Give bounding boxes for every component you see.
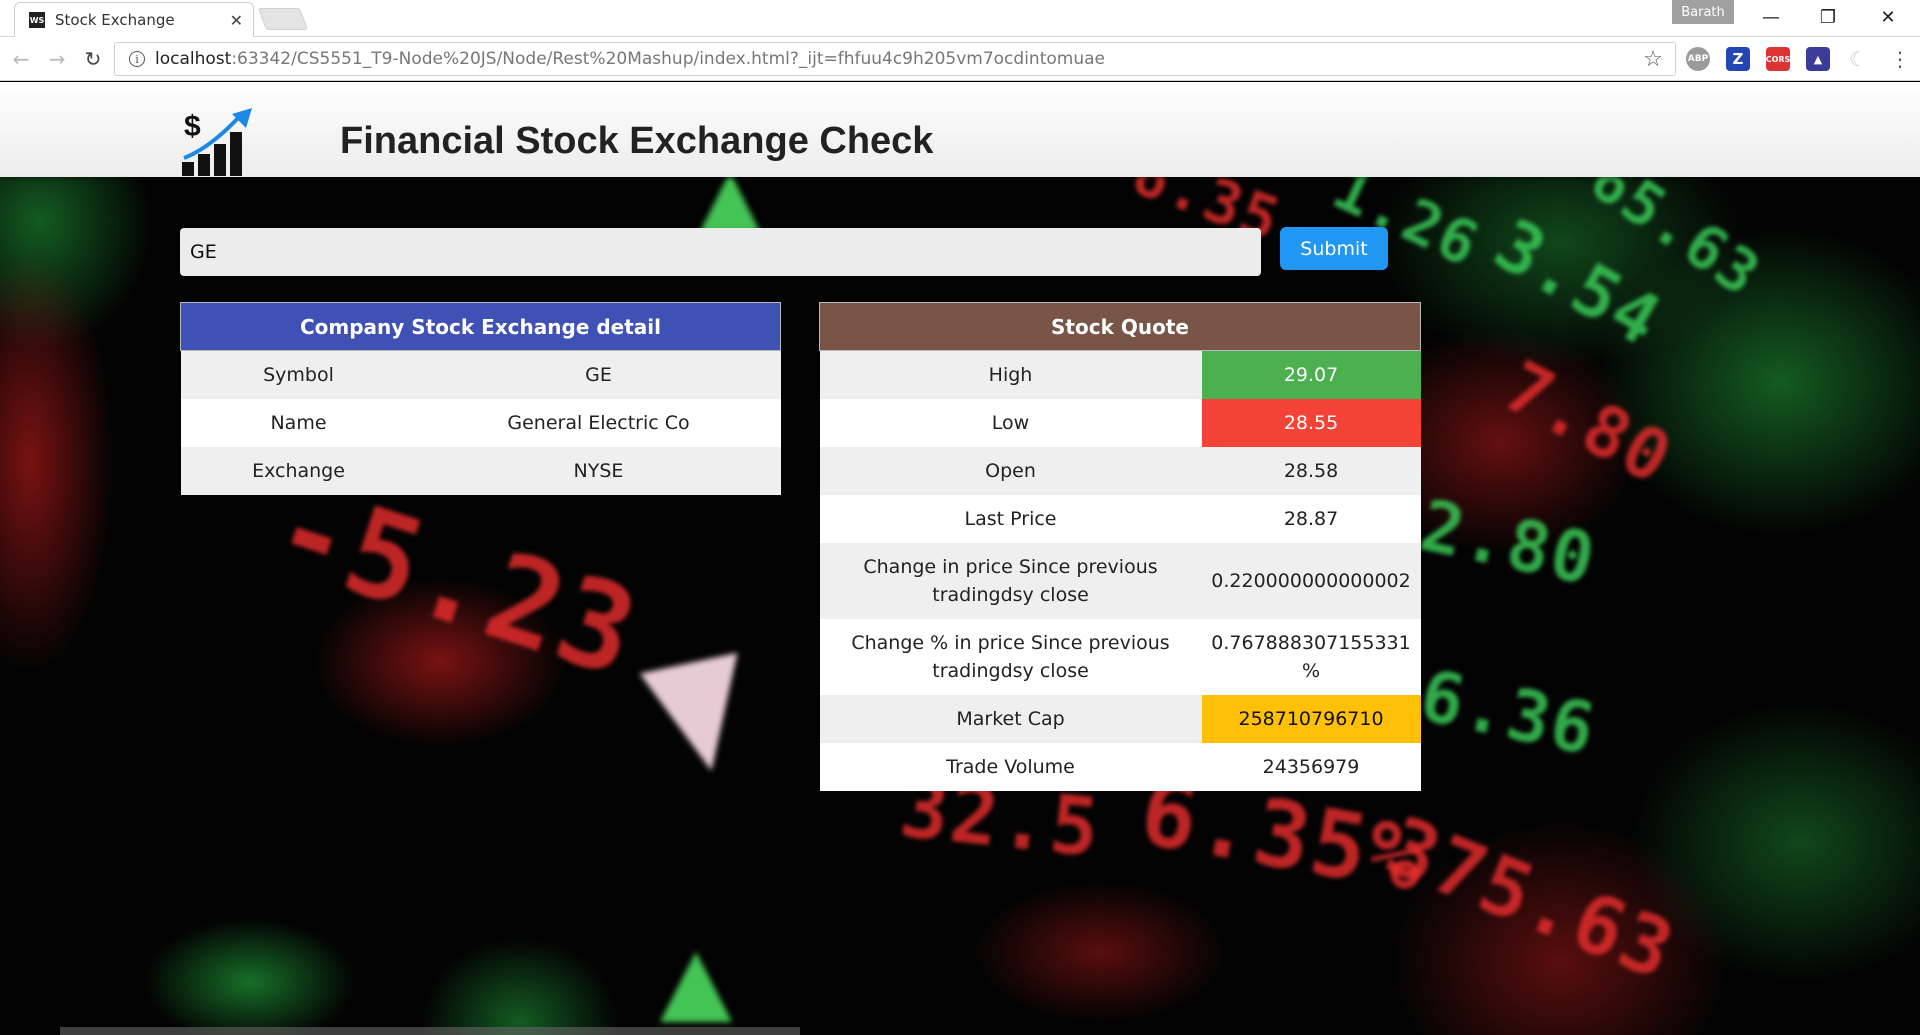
row-label: Change in price Since previous tradingds…	[819, 542, 1202, 619]
restore-window-icon[interactable]: ❐	[1805, 4, 1851, 30]
info-icon[interactable]: i	[129, 51, 145, 67]
site-header: $ Financial Stock Exchange Check	[0, 82, 1920, 177]
bg-ticker-number: 375.63	[1373, 799, 1688, 998]
stock-growth-logo-icon: $	[182, 108, 252, 176]
url-text[interactable]: localhost:63342/CS5551_T9-Node%20JS/Node…	[155, 49, 1105, 69]
close-window-icon[interactable]: ✕	[1865, 4, 1911, 30]
stock-quote-table: Stock Quote High 29.07 Low 28.55 Open 28…	[819, 302, 1421, 791]
star-icon[interactable]: ☆	[1643, 47, 1663, 72]
address-bar[interactable]: i localhost:63342/CS5551_T9-Node%20JS/No…	[114, 42, 1676, 76]
row-label: Last Price	[819, 494, 1202, 543]
row-label: Change % in price Since previous trading…	[819, 618, 1202, 695]
tab-close-icon[interactable]: ✕	[230, 11, 243, 30]
profile-badge[interactable]: Barath	[1672, 0, 1734, 24]
horizontal-scrollbar[interactable]	[60, 1027, 800, 1035]
company-table-heading: Company Stock Exchange detail	[180, 302, 781, 351]
row-label: Low	[819, 398, 1202, 447]
table-row: High 29.07	[819, 350, 1421, 399]
down-triangle-icon	[639, 652, 761, 782]
menu-icon[interactable]: ⋮	[1890, 47, 1910, 71]
open-value: 28.58	[1201, 446, 1421, 495]
page-title: Financial Stock Exchange Check	[340, 120, 934, 162]
z-extension-icon[interactable]: Z	[1726, 47, 1750, 71]
back-arrow-icon[interactable]: ←	[8, 46, 34, 72]
reload-icon[interactable]: ↻	[80, 46, 106, 72]
quote-table-heading: Stock Quote	[819, 302, 1421, 351]
table-row: Change % in price Since previous trading…	[819, 618, 1421, 695]
row-value: General Electric Co	[416, 398, 781, 447]
table-row: Exchange NYSE	[180, 446, 781, 495]
url-host: localhost	[155, 49, 232, 69]
browser-toolbar: ← → ↻ i localhost:63342/CS5551_T9-Node%2…	[0, 37, 1920, 81]
bg-ticker-number: 6.36	[1413, 654, 1604, 772]
browser-tab[interactable]: WS Stock Exchange ✕	[14, 2, 254, 37]
row-label: Open	[819, 446, 1202, 495]
table-row: Last Price 28.87	[819, 494, 1421, 543]
bg-ticker-number: 2.80	[1413, 484, 1604, 602]
moon-extension-icon[interactable]: ☾	[1846, 47, 1870, 71]
page-viewport: -5.23 6.35% 32.5 375.63 3.54 2.80 65.63 …	[0, 82, 1920, 1035]
table-row: Market Cap 258710796710	[819, 694, 1421, 743]
table-row: Name General Electric Co	[180, 398, 781, 447]
market-cap-value: 258710796710	[1201, 694, 1421, 743]
row-label: Market Cap	[819, 694, 1202, 743]
table-row: Low 28.55	[819, 398, 1421, 447]
stock-symbol-input[interactable]	[180, 228, 1261, 276]
row-value: GE	[416, 350, 781, 399]
webstorm-favicon-icon: WS	[29, 12, 45, 28]
company-detail-table: Company Stock Exchange detail Symbol GE …	[180, 302, 781, 495]
table-row: Symbol GE	[180, 350, 781, 399]
last-price-value: 28.87	[1201, 494, 1421, 543]
table-row: Change in price Since previous tradingds…	[819, 542, 1421, 619]
row-label: High	[819, 350, 1202, 399]
bg-ticker-number: 7.80	[1491, 345, 1686, 501]
logo-dollar-sign: $	[184, 110, 201, 143]
new-tab-button[interactable]	[257, 8, 309, 30]
submit-button[interactable]: Submit	[1280, 227, 1388, 270]
url-path: :63342/CS5551_T9-Node%20JS/Node/Rest%20M…	[231, 49, 1105, 69]
trade-volume-value: 24356979	[1201, 742, 1421, 791]
up-triangle-icon	[660, 952, 732, 1022]
row-value: NYSE	[416, 446, 781, 495]
table-row: Open 28.58	[819, 446, 1421, 495]
tab-title: Stock Exchange	[55, 11, 175, 29]
row-label: Exchange	[180, 446, 417, 495]
photo-extension-icon[interactable]: ▲	[1806, 47, 1830, 71]
price-change-value: 0.220000000000002	[1201, 542, 1421, 619]
row-label: Name	[180, 398, 417, 447]
forward-arrow-icon[interactable]: →	[44, 46, 70, 72]
browser-tabstrip: WS Stock Exchange ✕ Barath — ❐ ✕	[0, 0, 1920, 37]
up-triangle-icon	[700, 172, 760, 232]
low-value: 28.55	[1201, 398, 1421, 447]
adblock-icon[interactable]: ABP	[1686, 47, 1710, 71]
percent-change-value: 0.767888307155331 %	[1201, 618, 1421, 695]
table-row: Trade Volume 24356979	[819, 742, 1421, 791]
bg-ticker-number: -5.23	[257, 458, 654, 705]
minimize-window-icon[interactable]: —	[1748, 4, 1794, 30]
row-label: Trade Volume	[819, 742, 1202, 791]
high-value: 29.07	[1201, 350, 1421, 399]
cors-icon[interactable]: CORS	[1766, 47, 1790, 71]
row-label: Symbol	[180, 350, 417, 399]
